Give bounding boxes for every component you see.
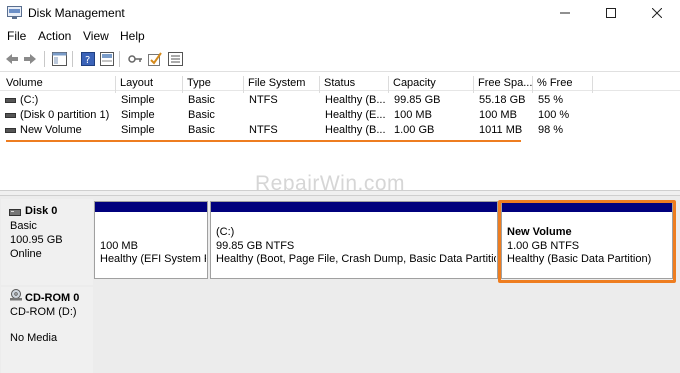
cell-percent-free: 100 % (538, 109, 570, 121)
disk-0-name: Disk 0 (25, 205, 58, 217)
cell-layout: Simple (121, 109, 155, 121)
cell-percent-free: 55 % (538, 94, 564, 106)
forward-button[interactable] (22, 51, 38, 67)
help-button[interactable]: ? (80, 51, 96, 67)
cell-status: Healthy (E... (325, 109, 386, 121)
settings-icon (167, 52, 183, 66)
partition-bar (95, 202, 207, 212)
table-row[interactable]: (C:) Simple Basic NTFS Healthy (B... 99.… (0, 93, 680, 108)
cell-volume: (C:) (20, 94, 39, 106)
cell-layout: Simple (121, 94, 155, 106)
disk-management-icon (7, 6, 22, 19)
column-layout[interactable]: Layout (116, 76, 183, 93)
cell-percent-free: 98 % (538, 124, 564, 136)
cell-type: Basic (188, 94, 215, 106)
disk-icon (9, 209, 21, 216)
help-icon: ? (81, 52, 95, 66)
cell-free-space: 55.18 GB (479, 94, 526, 106)
menu-view[interactable]: View (83, 29, 109, 43)
back-button[interactable] (4, 51, 20, 67)
menu-file[interactable]: File (7, 29, 26, 43)
cdrom-icon (10, 289, 22, 301)
table-row[interactable]: (Disk 0 partition 1) Simple Basic Health… (0, 108, 680, 123)
toolbar: ? (0, 46, 680, 72)
check-button[interactable] (147, 51, 163, 67)
volume-icon (5, 113, 16, 118)
column-type[interactable]: Type (183, 76, 244, 93)
cell-volume: (Disk 0 partition 1) (20, 109, 110, 121)
highlight-underline (6, 140, 521, 142)
cdrom-0-area (93, 287, 680, 373)
toolbar-separator (44, 51, 45, 67)
highlight-box (498, 200, 676, 283)
partition-c[interactable]: (C:) 99.85 GB NTFS Healthy (Boot, Page F… (210, 201, 498, 279)
partition-size: 99.85 GB NTFS (216, 240, 295, 252)
connect-button[interactable] (127, 51, 143, 67)
cell-status: Healthy (B... (325, 94, 386, 106)
disk-0-state: Online (10, 248, 42, 260)
toolbar-separator (72, 51, 73, 67)
menu-action[interactable]: Action (38, 29, 71, 43)
forward-arrow-icon (24, 54, 36, 64)
disk-0-size: 100.95 GB (10, 234, 63, 246)
cell-free-space: 100 MB (479, 109, 517, 121)
volume-icon (5, 98, 16, 103)
cell-capacity: 1.00 GB (394, 124, 435, 136)
disk-0-info[interactable]: Disk 0 Basic 100.95 GB Online (1, 199, 93, 285)
console-tree-icon (51, 52, 67, 66)
column-capacity[interactable]: Capacity (389, 76, 474, 93)
column-volume[interactable]: Volume (2, 76, 116, 93)
check-icon (148, 52, 162, 66)
cdrom-0-drive: CD-ROM (D:) (10, 306, 77, 318)
table-row[interactable]: New Volume Simple Basic NTFS Healthy (B.… (0, 123, 680, 138)
partition-bar (211, 202, 497, 212)
volume-icon (5, 128, 16, 133)
console-tree-button[interactable] (51, 51, 67, 67)
cdrom-0-name: CD-ROM 0 (25, 292, 80, 304)
view-icon (100, 52, 114, 66)
cell-capacity: 99.85 GB (394, 94, 441, 106)
view-button[interactable] (99, 51, 115, 67)
column-free-space[interactable]: Free Spa... (474, 76, 533, 93)
menu-bar: File Action View Help (0, 26, 680, 46)
back-arrow-icon (6, 54, 18, 64)
close-button[interactable] (634, 0, 680, 26)
column-percent-free[interactable]: % Free (533, 76, 593, 93)
close-icon (652, 8, 662, 18)
partition-status: Healthy (EFI System P (100, 253, 206, 265)
toolbar-separator (119, 51, 120, 67)
maximize-button[interactable] (588, 0, 634, 26)
maximize-icon (606, 8, 616, 18)
cell-free-space: 1011 MB (479, 124, 523, 136)
title-bar: Disk Management (0, 0, 680, 26)
partition-status: Healthy (Boot, Page File, Crash Dump, Ba… (216, 253, 496, 265)
cell-status: Healthy (B... (325, 124, 386, 136)
list-header: Volume Layout Type File System Status Ca… (0, 73, 680, 93)
window-title: Disk Management (28, 6, 125, 20)
key-icon (127, 55, 142, 63)
minimize-icon (560, 12, 570, 14)
partition-size: 100 MB (100, 240, 138, 252)
cell-volume: New Volume (20, 124, 82, 136)
cell-layout: Simple (121, 124, 155, 136)
cell-capacity: 100 MB (394, 109, 432, 121)
column-status[interactable]: Status (320, 76, 389, 93)
cdrom-0-media: No Media (10, 332, 58, 344)
cell-file-system: NTFS (249, 94, 278, 106)
partition-title: (C:) (216, 226, 235, 238)
partition-efi[interactable]: 100 MB Healthy (EFI System P (94, 201, 208, 279)
cdrom-0-info[interactable]: CD-ROM 0 CD-ROM (D:) No Media (1, 287, 93, 373)
svg-text:?: ? (85, 55, 90, 66)
settings-button[interactable] (167, 51, 183, 67)
column-file-system[interactable]: File System (244, 76, 320, 93)
minimize-button[interactable] (542, 0, 588, 26)
disk-0-type: Basic (10, 220, 37, 232)
cell-type: Basic (188, 109, 215, 121)
cell-file-system: NTFS (249, 124, 278, 136)
cell-type: Basic (188, 124, 215, 136)
menu-help[interactable]: Help (120, 29, 145, 43)
